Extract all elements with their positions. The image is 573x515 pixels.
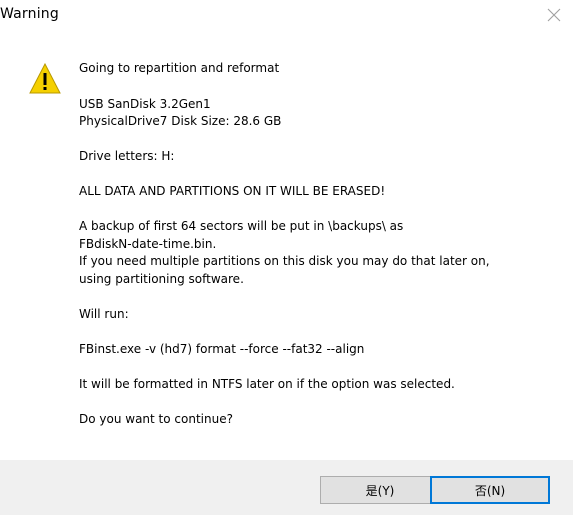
continue-question: Do you want to continue? (79, 411, 233, 426)
title-bar: Warning (0, 0, 573, 32)
command-line: FBinst.exe -v (hd7) format --force --fat… (79, 341, 365, 356)
warning-dialog: Warning Going to repartition and reforma… (0, 0, 573, 515)
dialog-footer: 是(Y) 否(N) (0, 460, 573, 515)
message-line-1: Going to repartition and reformat (79, 61, 280, 75)
window-title: Warning (0, 6, 59, 22)
no-button[interactable]: 否(N) (430, 476, 550, 504)
ntfs-note: It will be formatted in NTFS later on if… (79, 376, 455, 391)
erase-warning: ALL DATA AND PARTITIONS ON IT WILL BE ER… (79, 184, 386, 198)
message-content: Going to repartition and reformat USB Sa… (79, 60, 559, 446)
yes-button[interactable]: 是(Y) (320, 476, 440, 504)
warning-icon (28, 62, 62, 96)
backup-info: A backup of first 64 sectors will be put… (79, 219, 490, 286)
drive-letters: Drive letters: H: (79, 149, 175, 163)
close-icon[interactable] (547, 8, 561, 22)
will-run-label: Will run: (79, 306, 129, 321)
device-info: USB SanDisk 3.2Gen1 PhysicalDrive7 Disk … (79, 96, 282, 129)
